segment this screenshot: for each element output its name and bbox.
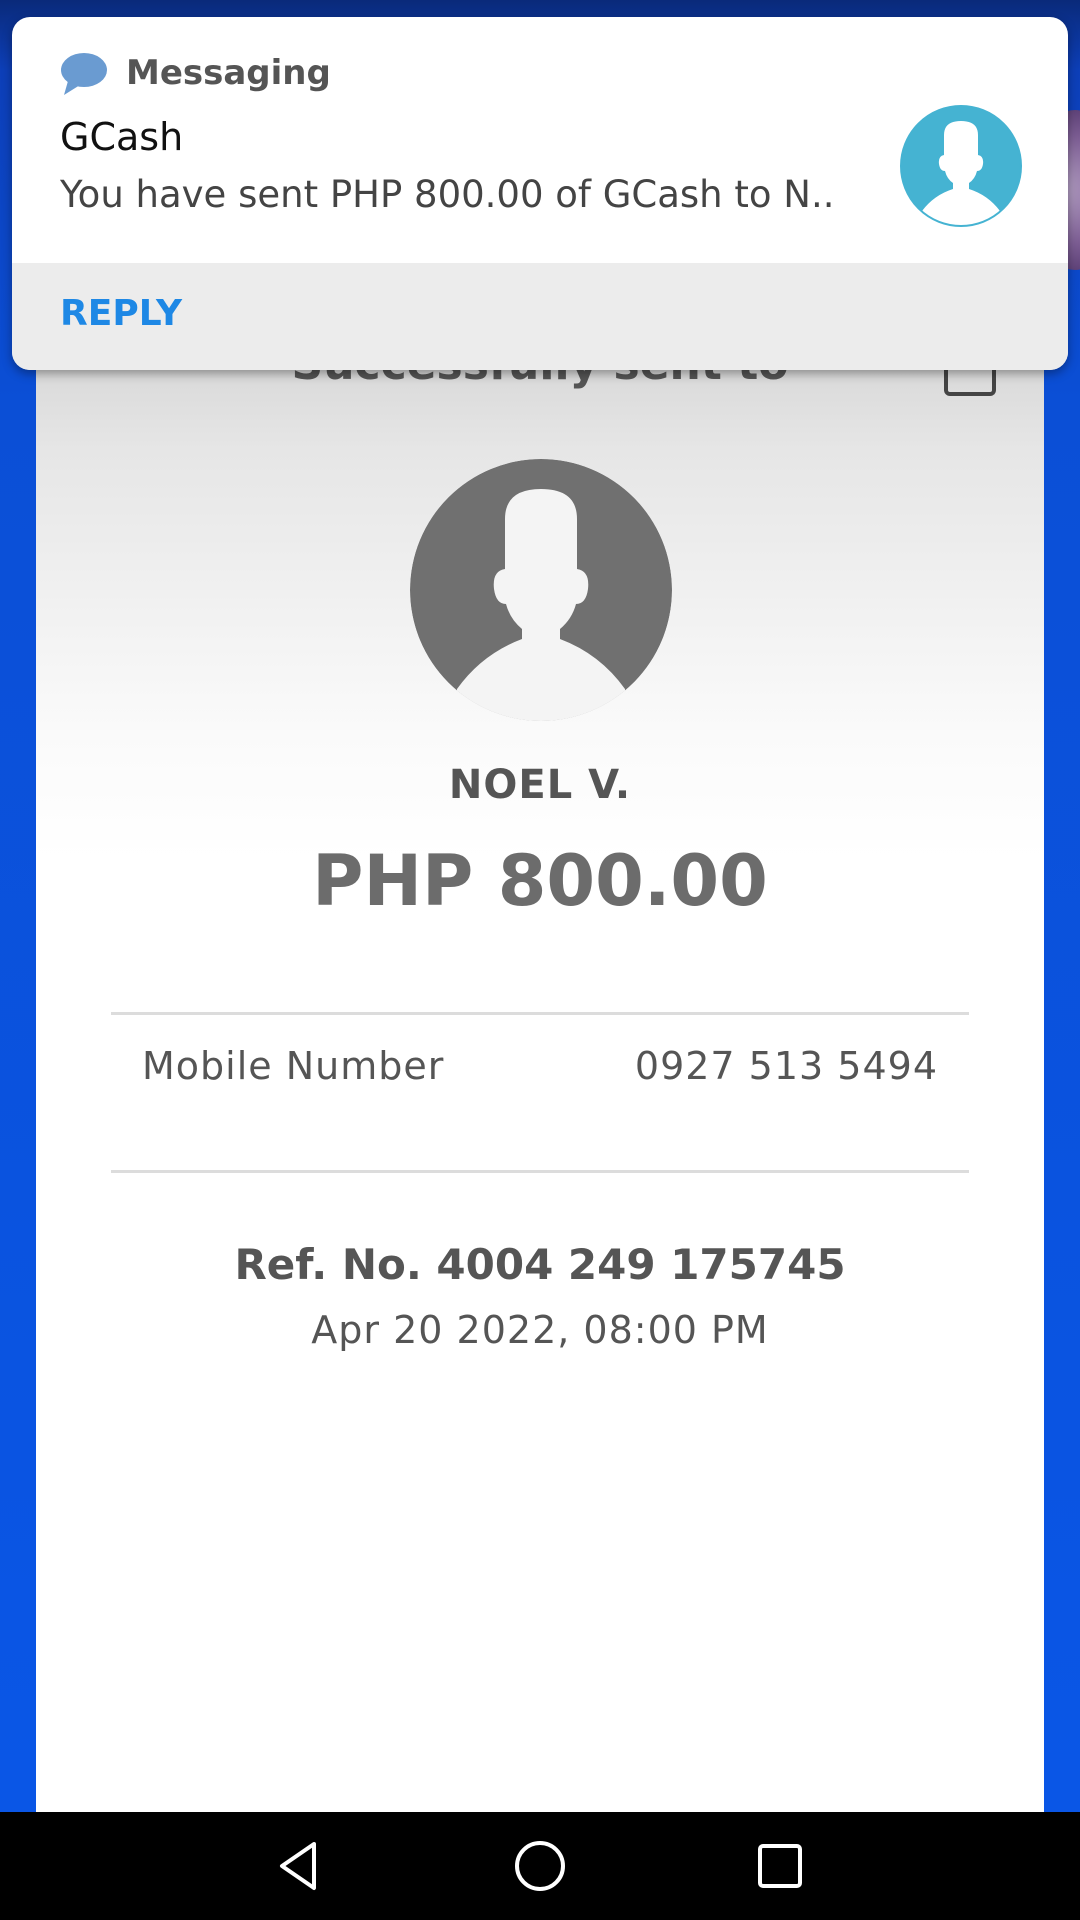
system-navigation-bar — [0, 1812, 1080, 1920]
divider — [111, 1012, 969, 1015]
person-avatar-icon — [900, 105, 1022, 227]
screen: Successfully sent to NOEL V. PHP 800.00 … — [0, 0, 1080, 1920]
divider — [111, 1170, 969, 1173]
chat-bubble-icon — [61, 53, 107, 95]
receipt-card: Successfully sent to NOEL V. PHP 800.00 … — [36, 300, 1044, 1812]
recents-square-icon[interactable] — [750, 1836, 810, 1896]
reply-button[interactable]: REPLY — [60, 293, 182, 334]
notification-app-name: Messaging — [126, 53, 331, 93]
mobile-number-value: 0927 513 5494 — [634, 1044, 938, 1088]
mobile-number-label: Mobile Number — [142, 1044, 445, 1088]
home-circle-icon[interactable] — [510, 1836, 570, 1896]
recipient-avatar-icon — [410, 459, 672, 721]
transaction-datetime: Apr 20 2022, 08:00 PM — [311, 1308, 769, 1352]
notification-actions: REPLY — [12, 263, 1068, 370]
recipient-name: NOEL V. — [448, 762, 632, 808]
back-triangle-icon[interactable] — [270, 1836, 330, 1896]
notification-text: You have sent PHP 800.00 of GCash to N.. — [60, 173, 835, 216]
reference-number: Ref. No. 4004 249 175745 — [234, 1240, 846, 1289]
amount-sent: PHP 800.00 — [312, 840, 768, 922]
notification-title: GCash — [60, 115, 184, 159]
notification-card[interactable]: Messaging GCash You have sent PHP 800.00… — [12, 17, 1068, 370]
